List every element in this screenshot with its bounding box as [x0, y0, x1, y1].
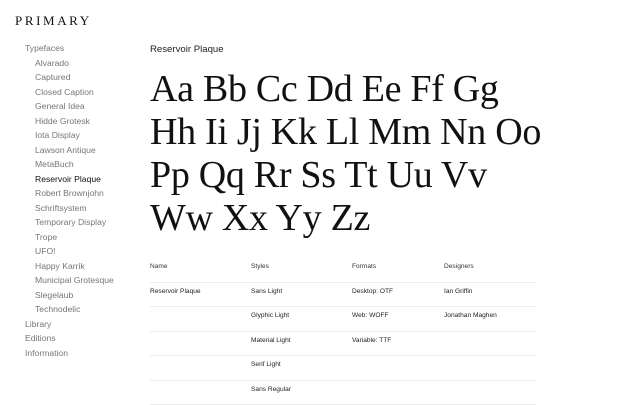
sidebar-item-general-idea[interactable]: General Idea — [25, 99, 140, 114]
cell-style: Material Light — [251, 337, 291, 344]
sidebar-item-iota-display[interactable]: Iota Display — [25, 128, 140, 143]
specimen-line: Hh Ii Jj Kk Ll Mm Nn Oo — [150, 111, 550, 154]
sidebar-item-robert-brownjohn[interactable]: Robert Brownjohn — [25, 186, 140, 201]
sidebar-item-closed-caption[interactable]: Closed Caption — [25, 85, 140, 100]
specimen-line: Aa Bb Cc Dd Ee Ff Gg — [150, 68, 550, 111]
sidebar-item-technodelic[interactable]: Technodelic — [25, 302, 140, 317]
typeface-list: Alvarado Captured Closed Caption General… — [25, 56, 140, 317]
table-row: Serif Light — [150, 356, 536, 381]
sidebar-item-reservoir-plaque[interactable]: Reservoir Plaque — [25, 172, 140, 187]
specimen-alphabet: Aa Bb Cc Dd Ee Ff Gg Hh Ii Jj Kk Ll Mm N… — [150, 68, 550, 240]
sidebar-item-schriftsystem[interactable]: Schriftsystem — [25, 201, 140, 216]
table-header-row: Name Styles Formats Designers — [150, 258, 536, 283]
typeface-info-table: Name Styles Formats Designers Reservoir … — [150, 258, 536, 405]
header-designers: Designers — [444, 263, 474, 270]
nav-library[interactable]: Library — [25, 317, 140, 332]
cell-style: Glyphic Light — [251, 312, 289, 319]
sidebar-item-ufo[interactable]: UFO! — [25, 244, 140, 259]
header-formats: Formats — [352, 263, 376, 270]
cell-designer[interactable]: Ian Griffin — [444, 288, 472, 295]
specimen-line: Pp Qq Rr Ss Tt Uu Vv — [150, 154, 550, 197]
sidebar-item-metabuch[interactable]: MetaBuch — [25, 157, 140, 172]
table-row: Glyphic Light Web: WOFF Jonathan Maghen — [150, 307, 536, 332]
sidebar-item-captured[interactable]: Captured — [25, 70, 140, 85]
cell-format: Variable: TTF — [352, 337, 391, 344]
cell-style: Sans Light — [251, 288, 282, 295]
cell-style: Sans Regular — [251, 386, 291, 393]
table-row: Sans Regular — [150, 381, 536, 405]
nav-editions[interactable]: Editions — [25, 331, 140, 346]
cell-name: Reservoir Plaque — [150, 288, 201, 295]
sidebar-item-temporary-display[interactable]: Temporary Display — [25, 215, 140, 230]
nav-information[interactable]: Information — [25, 346, 140, 361]
cell-format: Desktop: OTF — [352, 288, 393, 295]
sidebar-item-lawson-antique[interactable]: Lawson Antique — [25, 143, 140, 158]
sidebar-item-slegelaub[interactable]: Slegelaub — [25, 288, 140, 303]
header-name: Name — [150, 263, 168, 270]
cell-style: Serif Light — [251, 361, 281, 368]
specimen-line: Ww Xx Yy Zz — [150, 197, 550, 240]
table-row: Reservoir Plaque Sans Light Desktop: OTF… — [150, 283, 536, 308]
sidebar-item-hidde-grotesk[interactable]: Hidde Grotesk — [25, 114, 140, 129]
cell-format: Web: WOFF — [352, 312, 389, 319]
typeface-title: Reservoir Plaque — [150, 44, 224, 55]
table-row: Material Light Variable: TTF — [150, 332, 536, 357]
sidebar-item-trope[interactable]: Trope — [25, 230, 140, 245]
header-styles: Styles — [251, 263, 269, 270]
sidebar-item-municipal-grotesque[interactable]: Municipal Grotesque — [25, 273, 140, 288]
brand-logo[interactable]: PRIMARY — [15, 13, 92, 29]
cell-designer[interactable]: Jonathan Maghen — [444, 312, 497, 319]
sidebar-item-alvarado[interactable]: Alvarado — [25, 56, 140, 71]
nav-typefaces[interactable]: Typefaces — [25, 41, 140, 56]
sidebar-item-happy-karrik[interactable]: Happy Karrik — [25, 259, 140, 274]
sidebar: Typefaces Alvarado Captured Closed Capti… — [25, 41, 140, 360]
